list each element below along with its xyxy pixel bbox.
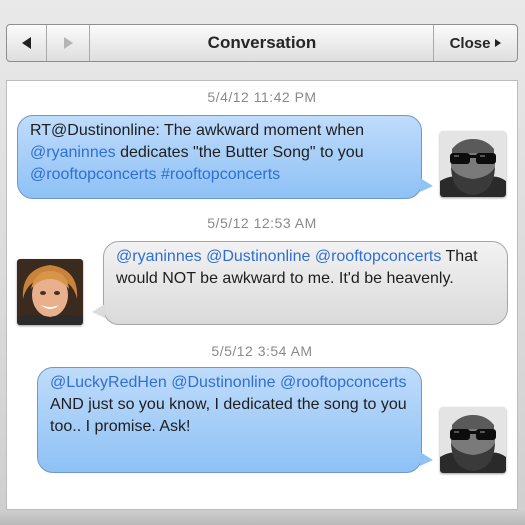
back-button[interactable] [7,25,47,61]
window-bottom-bar [0,510,525,525]
chevron-right-icon [495,39,502,47]
avatar-luckyredhen[interactable] [17,259,83,325]
conversation-pane: 5/4/12 11:42 PM RT@Dustinonline: The awk… [6,80,518,510]
message-text: RT@Dustinonline: The awkward moment when… [30,122,364,183]
message-timestamp: 5/5/12 3:54 AM [211,343,313,359]
mention-link[interactable]: #rooftopconcerts [161,166,280,183]
window-title: Conversation [207,33,317,52]
mention-link[interactable]: @rooftopconcerts [315,248,442,265]
toolbar: Conversation Close [6,24,518,62]
forward-button[interactable] [48,25,90,61]
avatar-man-sunglasses-image [440,407,506,473]
message-text: @LuckyRedHen @Dustinonline @rooftopconce… [50,374,407,435]
mention-link[interactable]: @ryaninnes [30,144,116,161]
bubble-tail [420,452,433,466]
avatar-woman-image [17,259,83,325]
message-bubble: @LuckyRedHen @Dustinonline @rooftopconce… [37,367,433,473]
bubble-tail [92,304,105,318]
bubble-tail [420,178,433,192]
mention-link[interactable]: @Dustinonline [171,374,275,391]
close-button[interactable]: Close [433,25,517,61]
left-arrow-icon [22,37,31,49]
mention-link[interactable]: @LuckyRedHen [50,374,167,391]
message-text-segment: AND just so you know, I dedicated the so… [50,396,407,435]
message-text-segment: RT@Dustinonline: The awkward moment when [30,122,365,139]
right-arrow-icon [64,37,73,49]
avatar-dustinonline[interactable] [440,131,506,197]
message-bubble: RT@Dustinonline: The awkward moment when… [17,115,433,199]
close-label: Close [449,34,491,52]
message-text: @ryaninnes @Dustinonline @rooftopconcert… [116,248,478,287]
mention-link[interactable]: @rooftopconcerts [280,374,407,391]
message-timestamp: 5/5/12 12:53 AM [207,215,317,231]
message-bubble: @ryaninnes @Dustinonline @rooftopconcert… [92,241,508,325]
mention-link[interactable]: @Dustinonline [206,248,310,265]
avatar-dustinonline[interactable] [440,407,506,473]
message-timestamp: 5/4/12 11:42 PM [207,89,317,105]
mention-link[interactable]: @rooftopconcerts [30,166,157,183]
avatar-man-sunglasses-image [440,131,506,197]
conversation-window: Conversation Close 5/4/12 11:42 PM RT@Du… [0,0,525,525]
mention-link[interactable]: @ryaninnes [116,248,202,265]
message-text-segment: dedicates "the Butter Song" to you [115,144,364,161]
